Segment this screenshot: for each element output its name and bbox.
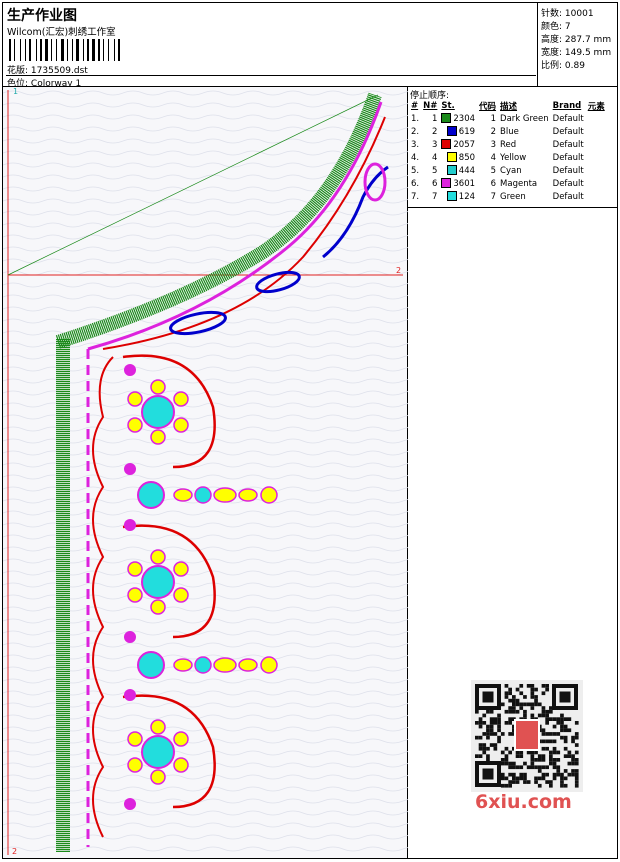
- color-swatch-icon: [446, 191, 457, 202]
- needle-number: 1: [431, 113, 438, 124]
- table-row: 6. 6 3601 6 Magenta Default: [409, 177, 607, 190]
- thread-brand: Default: [552, 152, 584, 163]
- table-row: 2. 2 619 2 Blue Default: [409, 125, 607, 138]
- axis-marker-start: 1: [13, 87, 19, 96]
- needle-number: 7: [431, 191, 438, 202]
- table-row: 3. 3 2057 3 Red Default: [409, 138, 607, 151]
- axis-marker-right: 2: [396, 266, 402, 275]
- table-row: 4. 4 850 4 Yellow Default: [409, 151, 607, 164]
- row-index: 6.: [411, 178, 420, 189]
- stat-stitches: 针数: 10001: [541, 9, 594, 19]
- thread-brand: Default: [552, 139, 584, 150]
- stitch-count: 124: [439, 190, 477, 203]
- row-index: 3.: [411, 139, 420, 150]
- column-header: Brand: [552, 100, 582, 111]
- color-description: Blue: [500, 126, 519, 137]
- qr-code-icon: [471, 680, 583, 792]
- barcode-icon: [9, 39, 147, 61]
- color-code: 4: [490, 152, 497, 163]
- color-description: Magenta: [500, 178, 538, 189]
- color-description: Cyan: [500, 165, 522, 176]
- stitch-count: 444: [439, 164, 477, 177]
- needle-number: 3: [431, 139, 438, 150]
- stitch-count: 619: [439, 125, 477, 138]
- color-description: Green: [500, 191, 526, 202]
- row-index: 2.: [411, 126, 420, 137]
- table-row: 7. 7 124 7 Green Default: [409, 190, 607, 203]
- stats-panel: 针数: 10001 颜色: 7 高度: 287.7 mm 宽度: 149.5 m…: [538, 3, 617, 87]
- color-swatch-icon: [446, 165, 457, 176]
- element-cell: [586, 125, 607, 138]
- color-code: 6: [490, 178, 497, 189]
- color-code: 5: [490, 165, 497, 176]
- column-header: N#: [423, 100, 438, 111]
- stitch-count: 850: [439, 151, 477, 164]
- stitch-count: 2057: [439, 138, 477, 151]
- element-cell: [586, 177, 607, 190]
- page-title: 生产作业图: [7, 8, 77, 24]
- color-code: 7: [490, 191, 497, 202]
- column-header: 元素: [587, 101, 605, 112]
- column-header: 描述: [500, 101, 518, 112]
- color-swatch-icon: [441, 178, 452, 189]
- thread-brand: Default: [552, 126, 584, 137]
- element-cell: [586, 138, 607, 151]
- divider: [6, 75, 536, 76]
- embroidery-preview: 1 2 2: [3, 87, 408, 858]
- color-swatch-icon: [446, 126, 457, 137]
- stat-width: 宽度: 149.5 mm: [541, 48, 612, 58]
- color-description: Dark Green: [500, 113, 549, 124]
- column-header: 代码: [479, 101, 497, 112]
- element-cell: [586, 164, 607, 177]
- thread-brand: Default: [552, 191, 584, 202]
- stitch-count: 3601: [439, 177, 477, 190]
- element-cell: [586, 151, 607, 164]
- stop-sequence-table: # N# St. 代码 描述 Brand 元素 1. 1 2304 1 Dark Green Defa…: [409, 99, 607, 203]
- company-name: Wilcom(汇宏)刺绣工作室: [7, 27, 116, 38]
- color-swatch-icon: [441, 139, 452, 150]
- row-index: 7.: [411, 191, 420, 202]
- stat-colors: 颜色: 7: [541, 22, 571, 32]
- header-panel: 生产作业图 Wilcom(汇宏)刺绣工作室 花版: 1735509.dst 色位…: [3, 3, 538, 89]
- needle-number: 5: [431, 165, 438, 176]
- row-index: 5.: [411, 165, 420, 176]
- color-description: Yellow: [500, 152, 527, 163]
- element-cell: [586, 190, 607, 203]
- color-code: 3: [490, 139, 497, 150]
- divider: [408, 207, 617, 208]
- color-code: 1: [490, 113, 497, 124]
- thread-brand: Default: [552, 178, 584, 189]
- stitch-count: 2304: [439, 112, 477, 125]
- thread-brand: Default: [552, 165, 584, 176]
- color-swatch-icon: [441, 113, 452, 124]
- needle-number: 4: [431, 152, 438, 163]
- embroidery-design: [3, 87, 408, 858]
- needle-number: 2: [431, 126, 438, 137]
- stat-height: 高度: 287.7 mm: [541, 35, 612, 45]
- table-row: 5. 5 444 5 Cyan Default: [409, 164, 607, 177]
- row-index: 4.: [411, 152, 420, 163]
- table-header: # N# St. 代码 描述 Brand 元素: [409, 99, 607, 112]
- thread-brand: Default: [552, 113, 584, 124]
- stat-scale: 比例: 0.89: [541, 61, 585, 71]
- table-row: 1. 1 2304 1 Dark Green Default: [409, 112, 607, 125]
- fabric-texture: [3, 87, 408, 858]
- element-cell: [586, 112, 607, 125]
- watermark-text: 6xiu.com: [475, 791, 572, 813]
- axis-marker-bottom: 2: [12, 847, 18, 856]
- row-index: 1.: [411, 113, 420, 124]
- color-description: Red: [500, 139, 517, 150]
- column-header: #: [411, 100, 419, 111]
- column-header: St.: [441, 100, 455, 111]
- color-code: 2: [490, 126, 497, 137]
- needle-number: 6: [431, 178, 438, 189]
- color-swatch-icon: [446, 152, 457, 163]
